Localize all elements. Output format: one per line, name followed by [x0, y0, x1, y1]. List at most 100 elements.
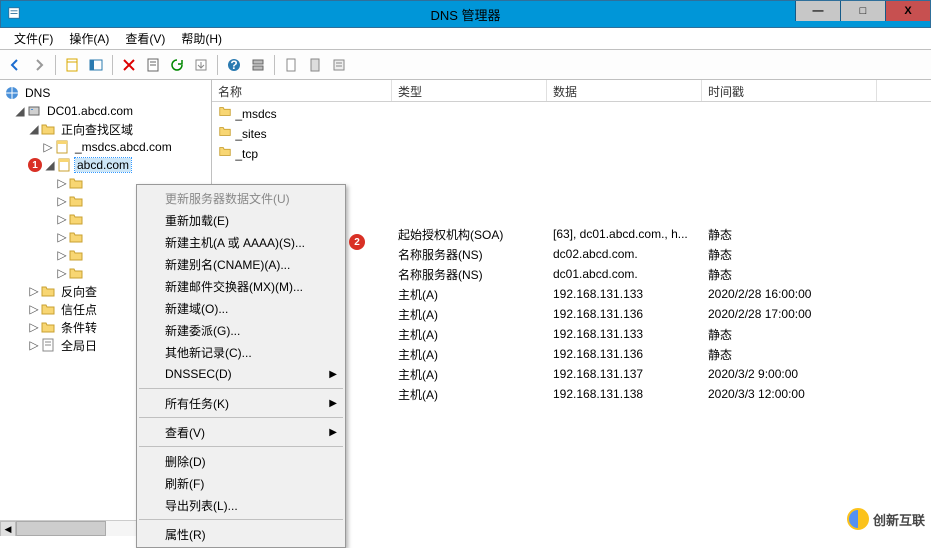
ctx-new-alias[interactable]: 新建别名(CNAME)(A)...: [137, 253, 345, 275]
menu-action[interactable]: 操作(A): [61, 28, 117, 49]
dns-icon: [4, 85, 20, 101]
ctx-delete[interactable]: 删除(D): [137, 450, 345, 472]
window-buttons: — □ X: [795, 1, 930, 21]
separator: [139, 519, 343, 520]
ctx-properties[interactable]: 属性(R): [137, 523, 345, 545]
export-icon[interactable]: [190, 54, 212, 76]
refresh-icon[interactable]: [166, 54, 188, 76]
expand-toggle[interactable]: ▷: [28, 302, 40, 316]
separator: [112, 55, 113, 75]
zone-icon: [54, 139, 70, 155]
ctx-other-records[interactable]: 其他新记录(C)...: [137, 341, 345, 363]
submenu-arrow-icon: ▶: [329, 398, 337, 409]
ctx-all-tasks[interactable]: 所有任务(K)▶: [137, 392, 345, 414]
column-type[interactable]: 类型: [392, 80, 547, 101]
tree-server[interactable]: ◢ DC01.abcd.com: [2, 102, 209, 120]
column-name[interactable]: 名称: [212, 80, 392, 101]
ctx-view[interactable]: 查看(V)▶: [137, 421, 345, 443]
expand-toggle[interactable]: ▷: [28, 284, 40, 298]
minimize-button[interactable]: —: [795, 1, 840, 21]
tree-forward-zone[interactable]: ◢ 正向查找区域: [2, 120, 209, 138]
folder-icon: [68, 193, 84, 209]
expand-toggle[interactable]: ▷: [28, 338, 40, 352]
server-icon: [26, 103, 42, 119]
ctx-new-mx[interactable]: 新建邮件交换器(MX)(M)...: [137, 275, 345, 297]
window-title: DNS 管理器: [430, 5, 500, 24]
list-header: 名称 类型 数据 时间戳: [212, 80, 931, 102]
folder-icon: [68, 265, 84, 281]
forward-button[interactable]: [28, 54, 50, 76]
zone-icon: [56, 157, 72, 173]
separator: [55, 55, 56, 75]
close-button[interactable]: X: [885, 1, 930, 21]
filter3-icon[interactable]: [328, 54, 350, 76]
folder-icon: [68, 229, 84, 245]
menu-view[interactable]: 查看(V): [117, 28, 173, 49]
folder-icon: [218, 127, 232, 141]
expand-toggle[interactable]: ▷: [28, 320, 40, 334]
menu-help[interactable]: 帮助(H): [173, 28, 230, 49]
folder-icon: [40, 283, 56, 299]
folder-icon: [218, 107, 232, 121]
folder-icon: [68, 175, 84, 191]
maximize-button[interactable]: □: [840, 1, 885, 21]
context-menu: 更新服务器数据文件(U) 重新加载(E) 新建主机(A 或 AAAA)(S)..…: [136, 184, 346, 548]
menu-bar: 文件(F) 操作(A) 查看(V) 帮助(H): [0, 28, 931, 50]
expand-toggle[interactable]: ◢: [44, 158, 56, 172]
folder-icon: [68, 247, 84, 263]
back-button[interactable]: [4, 54, 26, 76]
list-folder[interactable]: _tcp: [212, 142, 931, 162]
toolbar: ?: [0, 50, 931, 80]
submenu-arrow-icon: ▶: [329, 427, 337, 438]
folder-icon: [68, 211, 84, 227]
ctx-refresh[interactable]: 刷新(F): [137, 472, 345, 494]
tree-zone-abcd[interactable]: 1 ◢ abcd.com: [2, 156, 209, 174]
expand-toggle[interactable]: ◢: [14, 104, 26, 118]
tree-root[interactable]: DNS: [2, 84, 209, 102]
menu-file[interactable]: 文件(F): [6, 28, 61, 49]
help-icon[interactable]: ?: [223, 54, 245, 76]
expand-toggle[interactable]: ◢: [28, 122, 40, 136]
ctx-dnssec[interactable]: DNSSEC(D)▶: [137, 363, 345, 385]
watermark-text: 创新互联: [873, 510, 925, 529]
folder-icon: [40, 319, 56, 335]
filter1-icon[interactable]: [280, 54, 302, 76]
submenu-arrow-icon: ▶: [329, 369, 337, 380]
filter2-icon[interactable]: [304, 54, 326, 76]
ctx-new-delegation[interactable]: 新建委派(G)...: [137, 319, 345, 341]
annotation-badge-2: 2: [349, 234, 365, 250]
pane-icon[interactable]: [85, 54, 107, 76]
column-data[interactable]: 数据: [547, 80, 702, 101]
folder-icon: [218, 147, 232, 161]
column-timestamp[interactable]: 时间戳: [702, 80, 877, 101]
properties-icon[interactable]: [142, 54, 164, 76]
annotation-badge-1: 1: [28, 158, 42, 172]
app-icon: [7, 6, 21, 23]
ctx-export[interactable]: 导出列表(L)...: [137, 494, 345, 516]
delete-icon[interactable]: [118, 54, 140, 76]
ctx-update: 更新服务器数据文件(U): [137, 187, 345, 209]
scroll-left-button[interactable]: ◀: [0, 521, 16, 536]
ctx-new-domain[interactable]: 新建域(O)...: [137, 297, 345, 319]
separator: [274, 55, 275, 75]
expand-toggle[interactable]: ▷: [42, 140, 54, 154]
separator: [139, 388, 343, 389]
svg-text:?: ?: [230, 58, 237, 72]
watermark: 创新互联: [847, 508, 925, 530]
server-icon[interactable]: [247, 54, 269, 76]
separator: [139, 417, 343, 418]
folder-icon: [40, 121, 56, 137]
folder-icon: [40, 301, 56, 317]
ctx-reload[interactable]: 重新加载(E): [137, 209, 345, 231]
note-icon[interactable]: [61, 54, 83, 76]
separator: [139, 446, 343, 447]
scroll-thumb[interactable]: [16, 521, 106, 536]
list-folder[interactable]: _sites: [212, 122, 931, 142]
tree-zone-msdcs[interactable]: ▷ _msdcs.abcd.com: [2, 138, 209, 156]
title-bar: DNS 管理器 — □ X: [0, 0, 931, 28]
separator: [217, 55, 218, 75]
ctx-new-host[interactable]: 新建主机(A 或 AAAA)(S)...2: [137, 231, 345, 253]
list-folder[interactable]: _msdcs: [212, 102, 931, 122]
log-icon: [40, 337, 56, 353]
watermark-logo-icon: [847, 508, 869, 530]
